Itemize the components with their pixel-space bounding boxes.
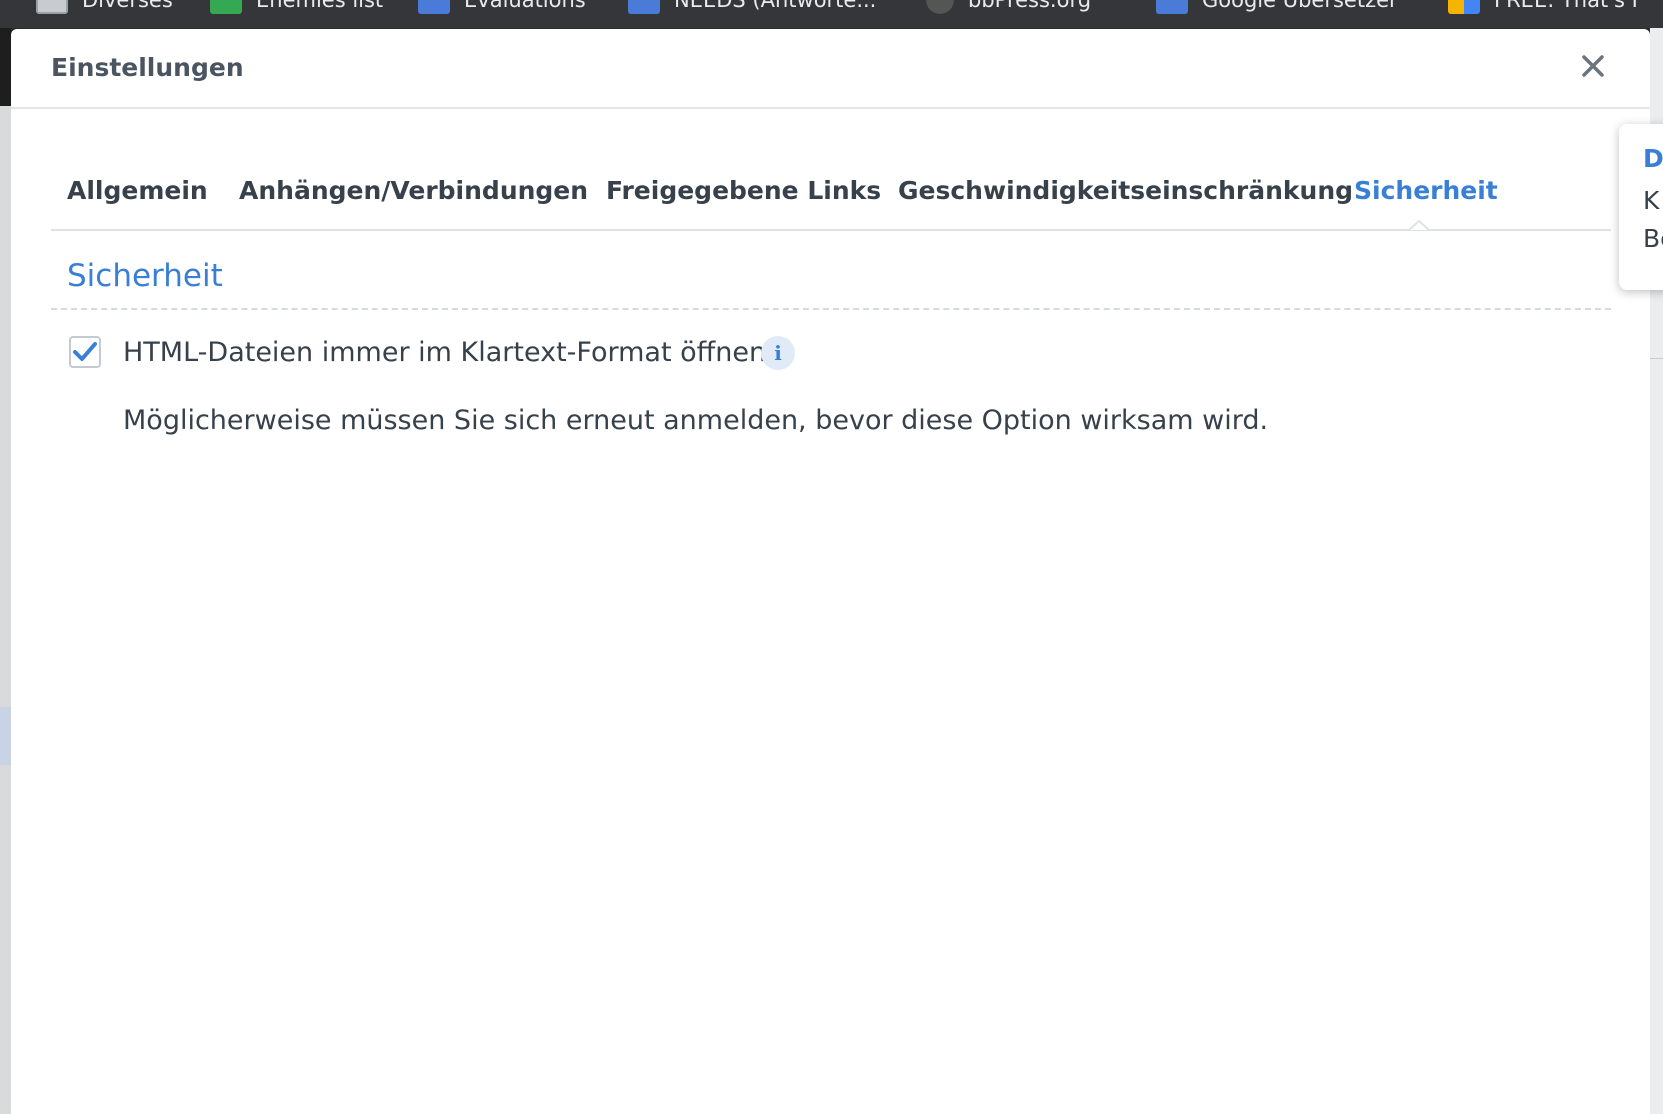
folder-colored-icon <box>1448 0 1480 14</box>
background-page-left-highlight <box>0 707 11 765</box>
sheets-icon <box>210 0 242 14</box>
bookmark-free[interactable]: FREE: That's I <box>1448 0 1638 14</box>
section-divider <box>51 308 1611 310</box>
bookmark-bbpress[interactable]: bbPress.org <box>926 0 1091 14</box>
folder-icon <box>36 0 68 14</box>
tab-allgemein[interactable]: Allgemein <box>67 176 208 205</box>
tab-anhaengen-verbindungen[interactable]: Anhängen/Verbindungen <box>239 176 588 205</box>
close-button[interactable] <box>1577 50 1609 82</box>
bookmark-label: Evaluations <box>464 0 586 12</box>
tab-bar: Allgemein Anhängen/Verbindungen Freigege… <box>51 159 1611 231</box>
plaintext-html-label[interactable]: HTML-Dateien immer im Klartext-Format öf… <box>123 337 766 368</box>
bookmark-needs[interactable]: NEEDS (Antworte... <box>628 0 876 14</box>
info-icon[interactable]: i <box>761 336 795 370</box>
tab-freigegebene-links[interactable]: Freigegebene Links <box>606 176 881 205</box>
translate-icon <box>1156 0 1188 14</box>
settings-dialog: Einstellungen Allgemein Anhängen/Verbind… <box>11 29 1650 1114</box>
bookmark-evaluations[interactable]: Evaluations <box>418 0 586 14</box>
bookmark-diverses[interactable]: Diverses <box>36 0 173 14</box>
popup-title: D <box>1643 144 1663 173</box>
dialog-title: Einstellungen <box>51 53 244 82</box>
plaintext-html-checkbox[interactable] <box>69 336 101 368</box>
background-page-right-divider <box>1650 358 1663 359</box>
popup-text-line: Be <box>1643 224 1663 253</box>
tab-geschwindigkeitseinschraenkung[interactable]: Geschwindigkeitseinschränkung <box>898 176 1353 205</box>
checkmark-icon <box>73 342 97 361</box>
bookmark-label: FREE: That's I <box>1494 0 1638 12</box>
active-tab-indicator <box>1409 219 1429 231</box>
forms-icon <box>418 0 450 14</box>
bookmark-label: bbPress.org <box>968 0 1092 12</box>
side-popup: D K Be <box>1619 124 1663 290</box>
tab-sicherheit[interactable]: Sicherheit <box>1354 176 1498 205</box>
bookmark-label: Enemies list <box>256 0 384 12</box>
bookmark-label: Diverses <box>82 0 173 12</box>
bookmark-label: Google Übersetzer <box>1202 0 1398 12</box>
background-page-left-header <box>0 28 11 106</box>
dialog-header: Einstellungen <box>11 29 1650 109</box>
bookmarks-bar: Diverses Enemies list Evaluations NEEDS … <box>0 0 1663 28</box>
bookmark-label: NEEDS (Antworte... <box>674 0 877 12</box>
relogin-hint: Möglicherweise müssen Sie sich erneut an… <box>123 405 1269 436</box>
close-icon <box>1582 55 1604 77</box>
forms-icon <box>628 0 660 14</box>
bbpress-icon <box>926 0 954 14</box>
bookmark-enemies-list[interactable]: Enemies list <box>210 0 383 14</box>
popup-text-line: K <box>1643 186 1660 215</box>
section-title: Sicherheit <box>67 258 223 294</box>
background-page-left <box>0 28 11 1114</box>
bookmark-google-translate[interactable]: Google Übersetzer <box>1156 0 1398 14</box>
